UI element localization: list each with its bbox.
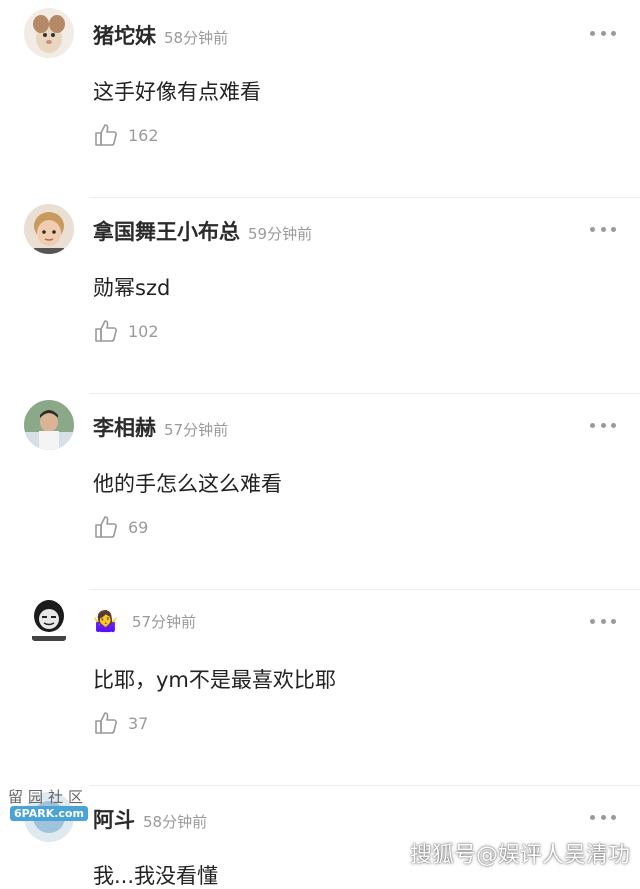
- watermark-bottom-text: 6PARK.com: [10, 806, 88, 821]
- source-watermark: 搜狐号@娱评人吴清功: [409, 843, 630, 868]
- avatar[interactable]: [24, 204, 74, 254]
- username[interactable]: 猪坨妹 58分钟前: [93, 20, 228, 50]
- timestamp: 58分钟前: [143, 813, 208, 831]
- avatar[interactable]: [24, 400, 74, 450]
- comment-text: 这手好像有点难看: [93, 80, 261, 104]
- like-button[interactable]: 162: [93, 120, 159, 150]
- like-button[interactable]: 69: [93, 512, 148, 542]
- timestamp: 59分钟前: [248, 225, 313, 243]
- username[interactable]: 李相赫 57分钟前: [93, 412, 228, 442]
- like-button[interactable]: 37: [93, 708, 148, 738]
- more-options-icon[interactable]: [590, 218, 616, 240]
- site-watermark: 留园社区 6PARK.com: [8, 786, 98, 824]
- timestamp: 57分钟前: [131, 613, 196, 631]
- username[interactable]: 🤷‍♀️ 57分钟前: [93, 608, 196, 633]
- thumbs-up-icon: [95, 712, 117, 734]
- like-button[interactable]: 102: [93, 316, 159, 346]
- like-count: 37: [128, 713, 149, 733]
- comment-text: 我...我没看懂: [93, 864, 219, 888]
- comment-item: 李相赫 57分钟前 他的手怎么这么难看 69: [0, 394, 640, 590]
- thumbs-up-icon: [95, 516, 117, 538]
- username-text[interactable]: 李相赫: [93, 416, 156, 440]
- avatar[interactable]: [24, 8, 74, 58]
- username-text[interactable]: 阿斗: [93, 808, 135, 832]
- comment-item: 拿国舞王小布总 59分钟前 勋幂szd 102: [0, 198, 640, 394]
- timestamp: 58分钟前: [164, 29, 229, 47]
- comment-text: 比耶，ym不是最喜欢比耶: [93, 668, 336, 692]
- thumbs-up-icon: [95, 320, 117, 342]
- comment-item: 猪坨妹 58分钟前 这手好像有点难看 162: [0, 2, 640, 198]
- more-options-icon[interactable]: [590, 414, 616, 436]
- more-options-icon[interactable]: [590, 610, 616, 632]
- timestamp: 57分钟前: [164, 421, 229, 439]
- username-emoji[interactable]: 🤷‍♀️: [93, 609, 118, 633]
- thumbs-up-icon: [95, 124, 117, 146]
- username[interactable]: 阿斗 58分钟前: [93, 804, 207, 834]
- username-text[interactable]: 猪坨妹: [93, 24, 156, 48]
- username-text[interactable]: 拿国舞王小布总: [93, 220, 240, 244]
- username[interactable]: 拿国舞王小布总 59分钟前: [93, 216, 312, 246]
- more-options-icon[interactable]: [590, 806, 616, 828]
- like-count: 162: [128, 125, 159, 145]
- like-count: 102: [128, 321, 159, 341]
- avatar[interactable]: [24, 596, 74, 646]
- more-options-icon[interactable]: [590, 22, 616, 44]
- watermark-top-text: 留园社区: [8, 788, 89, 806]
- comment-text: 他的手怎么这么难看: [93, 472, 282, 496]
- comment-item: 🤷‍♀️ 57分钟前 比耶，ym不是最喜欢比耶 37: [0, 590, 640, 786]
- comment-text: 勋幂szd: [93, 276, 171, 300]
- like-count: 69: [128, 517, 149, 537]
